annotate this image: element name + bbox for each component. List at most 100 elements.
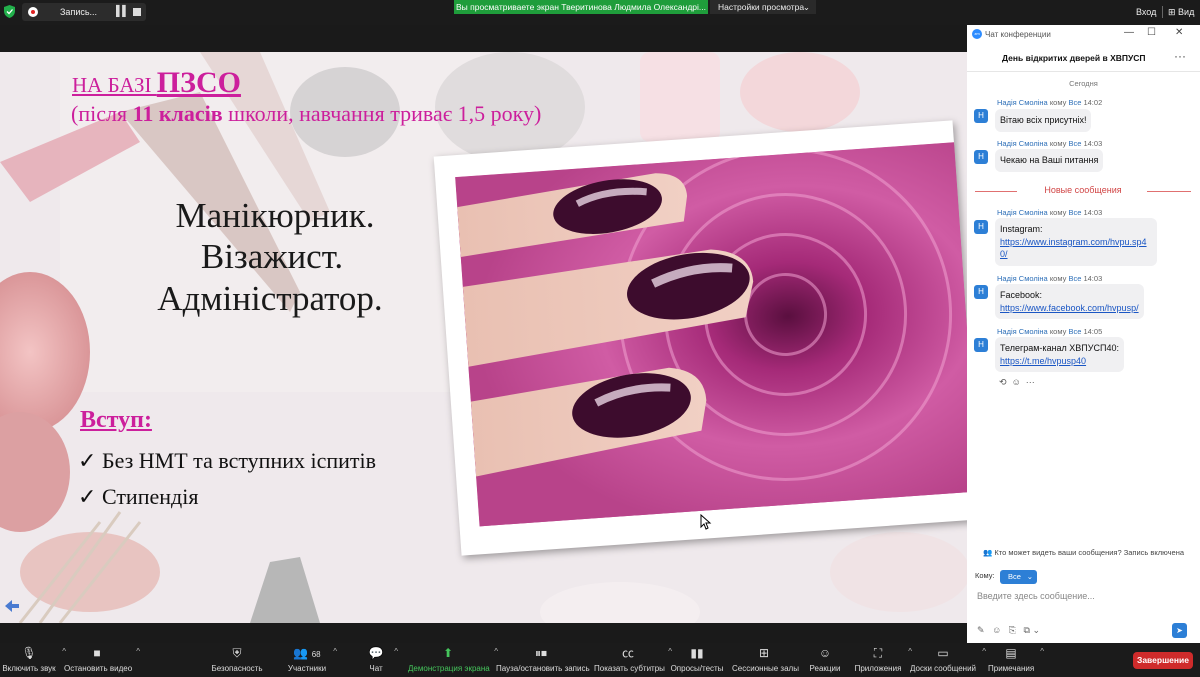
manicure-image: [455, 142, 967, 527]
message-bubble[interactable]: Вітаю всіх присутніх!: [995, 109, 1092, 132]
sender-name[interactable]: Надія Смоліна: [997, 98, 1048, 107]
check-icon: ✓: [78, 484, 102, 509]
chevron-up-icon[interactable]: ^: [982, 647, 986, 656]
chevron-down-icon[interactable]: ⌄: [1032, 625, 1040, 635]
message-text: Facebook:: [1000, 290, 1043, 300]
participants-icon: 👥 68: [293, 646, 321, 660]
avatar[interactable]: Н: [974, 220, 988, 234]
shield-icon[interactable]: [4, 5, 15, 18]
pause-recording-button[interactable]: ▌▌: [116, 6, 129, 17]
message-text: Телеграм-канал ХВПУСП40:: [1000, 343, 1119, 353]
security-button[interactable]: ⛨ Безопасность: [210, 643, 264, 677]
recipient: Все: [1068, 139, 1082, 148]
date-separator: Сегодня: [1069, 79, 1098, 88]
recipient-value: Все: [1008, 572, 1021, 581]
breakout-rooms-button[interactable]: ⊞ Сессионные залы: [732, 643, 799, 677]
message-text: Чекаю на Ваші питання: [1000, 155, 1099, 165]
reply-icon[interactable]: ⟲: [999, 377, 1007, 387]
top-bar: Запись... ▌▌ Вы просматриваете экран Тве…: [0, 0, 1200, 25]
emoji-icon[interactable]: ☺: [992, 625, 1001, 635]
message-meta: Надія Смоліна кому Все 14:03: [997, 274, 1102, 283]
security-label: Безопасность: [211, 664, 263, 673]
share-screen-button[interactable]: ⬆ Демонстрация экрана ^: [408, 643, 498, 677]
message-link[interactable]: https://www.facebook.com/hvpusp/: [1000, 303, 1139, 313]
avatar[interactable]: Н: [974, 150, 988, 164]
more-icon[interactable]: ···: [1026, 377, 1035, 387]
participants-button[interactable]: 👥 68 Участники ^: [287, 643, 337, 677]
stop-video-button[interactable]: ■ Остановить видео ^: [64, 643, 140, 677]
view-options-label: Настройки просмотра: [718, 2, 805, 12]
chat-window-title: Чат конференции: [985, 30, 1051, 39]
notes-button[interactable]: ▤ Примечания ^: [988, 643, 1044, 677]
whiteboards-button[interactable]: ▭ Доски сообщений ^: [910, 643, 986, 677]
chevron-up-icon[interactable]: ^: [333, 647, 337, 656]
format-icon[interactable]: ✎: [977, 625, 985, 635]
sender-name[interactable]: Надія Смоліна: [997, 327, 1048, 336]
apps-button[interactable]: ⛶ Приложения ^: [854, 643, 912, 677]
zoom-icon: zm: [972, 29, 982, 39]
apps-icon: ⛶: [873, 646, 883, 660]
stop-video-label: Остановить видео: [64, 664, 133, 673]
share-screen-label: Демонстрация экрана: [408, 664, 490, 673]
polls-button[interactable]: ▮▮ Опросы/тесты: [670, 643, 724, 677]
to-word: кому: [1049, 139, 1067, 148]
slide-nav-icon[interactable]: [5, 600, 19, 612]
subtitle-part-a: (після: [71, 101, 133, 126]
unmute-button[interactable]: 🎙 Включить звук ^: [2, 643, 66, 677]
chat-label: Чат: [369, 664, 383, 673]
view-button[interactable]: ⊞ Вид: [1168, 7, 1194, 18]
chat-button[interactable]: 💬 Чат ^: [364, 643, 398, 677]
sign-in-button[interactable]: Вход: [1136, 7, 1156, 17]
reactions-label: Реакции: [809, 664, 841, 673]
pause-recording-label: Пауза/остановить запись: [496, 664, 590, 673]
message-input[interactable]: Введите здесь сообщение...: [977, 591, 1095, 601]
recording-label: Запись...: [60, 7, 98, 17]
recipient-select[interactable]: Все ⌄: [1000, 570, 1037, 584]
message-time: 14:05: [1083, 327, 1103, 336]
message-link[interactable]: https://t.me/hvpusp40: [1000, 356, 1086, 366]
pause-recording-toolbar-button[interactable]: ⏸⏹ Пауза/остановить запись: [496, 643, 590, 677]
chevron-up-icon[interactable]: ^: [1040, 647, 1044, 656]
screenshot-icon[interactable]: ⧉: [1024, 625, 1030, 635]
close-icon[interactable]: ✕: [1175, 27, 1183, 38]
send-button[interactable]: ➤: [1172, 623, 1187, 638]
emoji-icon[interactable]: ☺: [1012, 377, 1021, 387]
sender-name[interactable]: Надія Смоліна: [997, 274, 1048, 283]
maximize-icon[interactable]: ☐: [1147, 27, 1156, 38]
message-bubble[interactable]: Facebook: https://www.facebook.com/hvpusp…: [995, 284, 1144, 319]
message-meta: Надія Смоліна кому Все 14:03: [997, 139, 1102, 148]
send-icon: ➤: [1176, 626, 1183, 635]
chevron-up-icon[interactable]: ^: [394, 647, 398, 656]
view-options-button[interactable]: Настройки просмотра ⌄: [710, 0, 816, 14]
minimize-icon[interactable]: —: [1124, 27, 1134, 38]
reaction-icon: ☺: [818, 646, 832, 660]
message-bubble[interactable]: Телеграм-канал ХВПУСП40: https://t.me/hvp…: [995, 337, 1124, 372]
reactions-button[interactable]: ☺ Реакции: [808, 643, 842, 677]
recording-indicator[interactable]: Запись... ▌▌: [22, 3, 146, 21]
participants-count: 68: [311, 650, 321, 659]
breakout-label: Сессионные залы: [732, 664, 799, 673]
sender-name[interactable]: Надія Смоліна: [997, 208, 1048, 217]
slide-subtitle: (після 11 класів школи, навчання триває …: [71, 101, 541, 127]
sender-name[interactable]: Надія Смоліна: [997, 139, 1048, 148]
end-meeting-button[interactable]: Завершение: [1133, 652, 1193, 669]
bullet-1-text: Без НМТ та вступних іспитів: [101, 448, 377, 473]
recipient: Все: [1068, 274, 1082, 283]
avatar[interactable]: Н: [974, 338, 988, 352]
message-bubble[interactable]: Instagram: https://www.instagram.com/hvpu…: [995, 218, 1157, 266]
avatar[interactable]: Н: [974, 109, 988, 123]
chevron-up-icon[interactable]: ^: [136, 647, 140, 656]
record-icon: [28, 7, 38, 17]
mouse-cursor-icon: [700, 514, 712, 530]
message-bubble[interactable]: Чекаю на Ваші питання: [995, 149, 1104, 172]
privacy-notice[interactable]: 👥 Кто может видеть ваши сообщения? Запис…: [967, 548, 1200, 557]
captions-button[interactable]: ㏄ Показать субтитры ^: [594, 643, 672, 677]
message-link[interactable]: https://www.instagram.com/hvpu.sp40/: [1000, 237, 1147, 260]
shared-screen: НА БАЗІ ПЗСО (після 11 класів школи, нав…: [0, 52, 967, 623]
avatar[interactable]: Н: [974, 285, 988, 299]
stop-recording-button[interactable]: [133, 8, 141, 16]
apps-label: Приложения: [854, 664, 902, 673]
new-messages-label: Новые сообщения: [1044, 185, 1122, 195]
more-options-icon[interactable]: ···: [1174, 49, 1186, 63]
file-icon[interactable]: ⎘: [1009, 625, 1016, 635]
